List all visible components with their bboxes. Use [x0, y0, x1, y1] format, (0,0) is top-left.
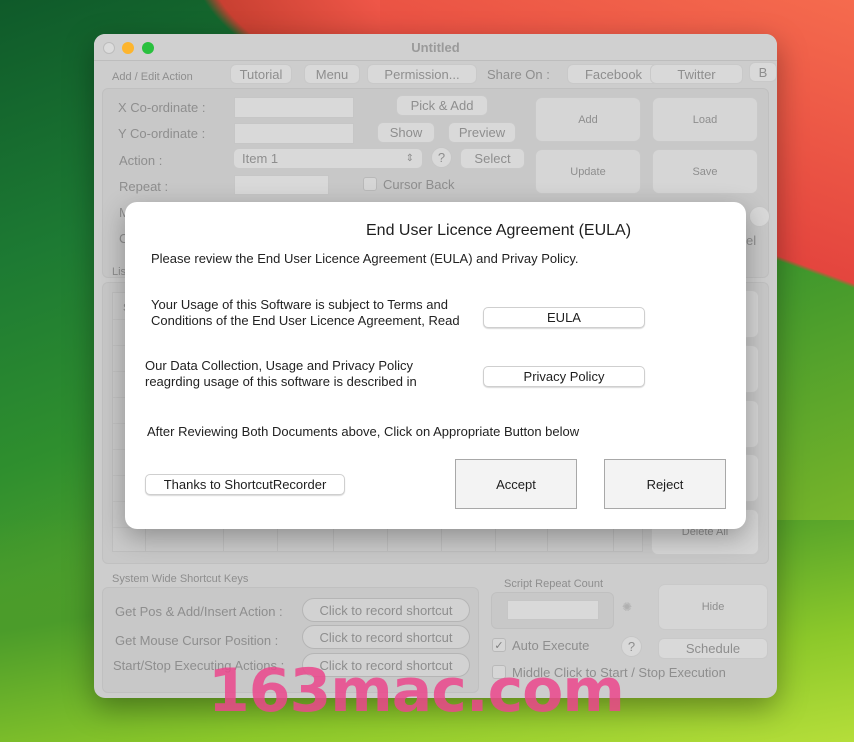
action-help-button[interactable]: ?: [431, 147, 452, 168]
eula-dialog-title: End User Licence Agreement (EULA): [366, 222, 632, 239]
eula-description-line-2: Conditions of the End User Licence Agree…: [151, 313, 460, 328]
share-on-label: Share On :: [487, 67, 550, 82]
instruction-text: After Reviewing Both Documents above, Cl…: [147, 424, 580, 439]
progress-spinner-icon: ✺: [622, 600, 633, 614]
privacy-description-line-2: reagrding usage of this software is desc…: [145, 374, 417, 389]
shortcut-keys-section-label: System Wide Shortcut Keys: [112, 573, 249, 585]
add-button[interactable]: Add: [535, 97, 641, 142]
pick-add-button[interactable]: Pick & Add: [396, 95, 488, 116]
tutorial-button[interactable]: Tutorial: [230, 64, 292, 84]
partial-round-button[interactable]: [749, 206, 770, 227]
select-button[interactable]: Select: [460, 148, 525, 169]
hide-button[interactable]: Hide: [658, 584, 768, 630]
load-button[interactable]: Load: [652, 97, 758, 142]
repeat-label: Repeat :: [119, 179, 169, 194]
b-button[interactable]: B: [749, 62, 777, 82]
menu-button[interactable]: Menu: [304, 64, 360, 84]
script-repeat-count-field[interactable]: [507, 600, 599, 620]
y-coordinate-field[interactable]: [234, 123, 354, 144]
record-shortcut-button-1[interactable]: Click to record shortcut: [302, 598, 470, 622]
eula-description-line-1: Your Usage of this Software is subject t…: [151, 297, 448, 312]
y-coordinate-label: Y Co-ordinate :: [118, 126, 206, 141]
list-section-label: Lis: [112, 266, 127, 278]
update-button[interactable]: Update: [535, 149, 641, 194]
permission-button[interactable]: Permission...: [367, 64, 477, 84]
auto-execute-checkbox[interactable]: ✓: [492, 638, 506, 652]
partial-label-el: el: [746, 233, 757, 248]
privacy-description-line-1: Our Data Collection, Usage and Privacy P…: [145, 358, 414, 373]
show-button[interactable]: Show: [377, 122, 435, 143]
privacy-policy-button[interactable]: Privacy Policy: [483, 366, 645, 387]
window-title: Untitled: [411, 40, 460, 55]
action-select[interactable]: Item 1 ⇕: [233, 148, 423, 169]
repeat-field[interactable]: [234, 175, 329, 195]
eula-intro-text: Please review the End User Licence Agree…: [151, 251, 579, 266]
action-label: Action :: [119, 153, 163, 168]
record-shortcut-button-2[interactable]: Click to record shortcut: [302, 625, 470, 649]
add-edit-section-label: Add / Edit Action: [112, 71, 193, 83]
cursor-back-label: Cursor Back: [383, 177, 455, 192]
auto-execute-help-button[interactable]: ?: [621, 636, 642, 657]
auto-execute-label: Auto Execute: [512, 638, 590, 653]
schedule-button[interactable]: Schedule: [658, 638, 768, 659]
script-repeat-count-label: Script Repeat Count: [504, 578, 604, 590]
watermark-text: 163mac.com: [208, 656, 625, 726]
facebook-button[interactable]: Facebook: [567, 64, 660, 84]
cursor-back-checkbox[interactable]: [363, 177, 377, 191]
title-bar: Untitled: [94, 34, 777, 61]
preview-button[interactable]: Preview: [448, 122, 516, 143]
accept-button[interactable]: Accept: [455, 459, 577, 509]
reject-button[interactable]: Reject: [604, 459, 726, 509]
thanks-shortcutrecorder-button[interactable]: Thanks to ShortcutRecorder: [145, 474, 345, 495]
action-selected-value: Item 1: [242, 151, 279, 166]
up-down-chevron-icon: ⇕: [405, 153, 414, 164]
x-coordinate-label: X Co-ordinate :: [118, 100, 206, 115]
eula-button[interactable]: EULA: [483, 307, 645, 328]
x-coordinate-field[interactable]: [234, 97, 354, 118]
twitter-button[interactable]: Twitter: [650, 64, 743, 84]
save-button[interactable]: Save: [652, 149, 758, 194]
eula-dialog: End User Licence Agreement (EULA) Please…: [125, 202, 746, 529]
shortcut-label-2: Get Mouse Cursor Position :: [115, 633, 279, 648]
shortcut-label-1: Get Pos & Add/Insert Action :: [115, 604, 283, 619]
